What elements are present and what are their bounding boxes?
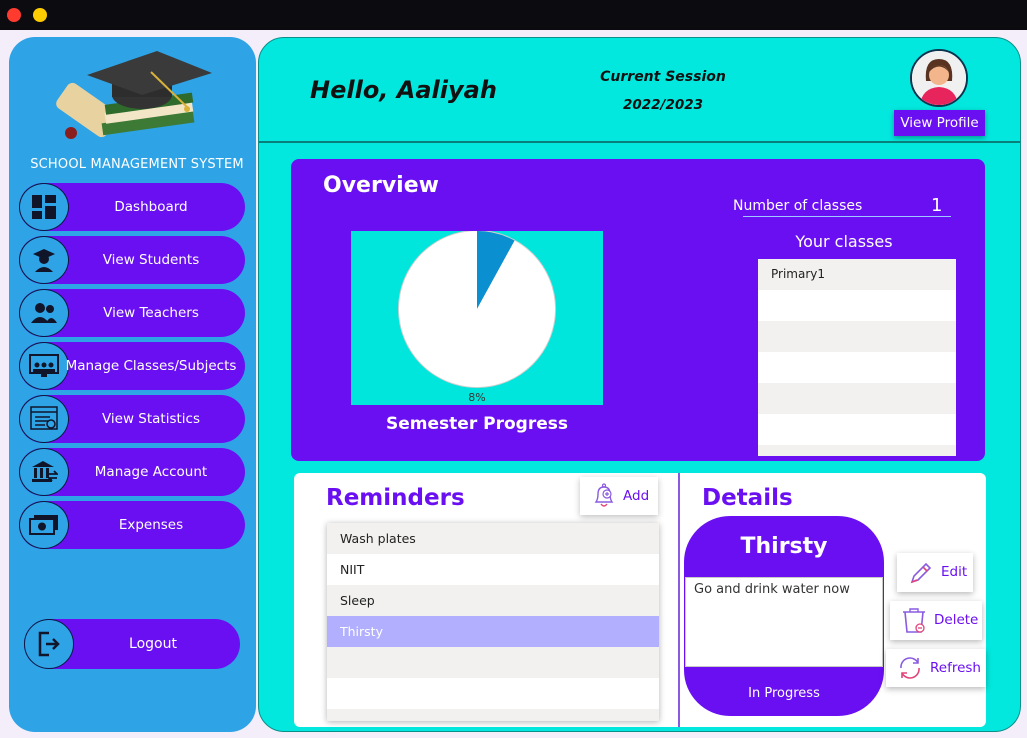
list-item[interactable]: Primary1 <box>758 259 956 290</box>
panel-divider <box>678 473 680 727</box>
avatar[interactable] <box>910 49 968 107</box>
list-item[interactable] <box>758 445 956 456</box>
nav-manage-classes-button[interactable]: Manage Classes/Subjects <box>19 342 245 390</box>
list-item[interactable] <box>327 678 659 709</box>
bell-add-icon <box>593 483 615 513</box>
list-item[interactable]: Sleep <box>327 585 659 616</box>
nav-expenses-label: Expenses <box>118 517 184 533</box>
classroom-icon <box>19 342 69 390</box>
view-profile-button[interactable]: View Profile <box>894 110 985 136</box>
teachers-icon <box>19 289 69 337</box>
number-of-classes-underline <box>743 216 951 217</box>
logout-icon <box>24 619 74 669</box>
pie-slice-remaining <box>398 231 555 387</box>
trash-icon <box>901 608 927 638</box>
add-reminder-label: Add <box>623 488 650 504</box>
statistics-icon <box>19 395 69 443</box>
logout-label: Logout <box>129 636 177 652</box>
nav-manage-classes-label: Manage Classes/Subjects <box>65 358 237 374</box>
graduation-logo-icon <box>47 47 217 149</box>
list-item[interactable]: Wash plates <box>327 523 659 554</box>
nav-view-students-button[interactable]: View Students <box>19 236 245 284</box>
overview-title: Overview <box>323 173 439 198</box>
nav-dashboard-button[interactable]: Dashboard <box>19 183 245 231</box>
student-icon <box>19 236 69 284</box>
minimize-window-button[interactable] <box>33 8 47 22</box>
nav-view-students-label: View Students <box>102 252 200 268</box>
pie-caption: Semester Progress <box>386 414 568 434</box>
overview-panel: Overview 8% Semester Progress Number of … <box>291 159 985 461</box>
list-item[interactable] <box>758 383 956 414</box>
list-item[interactable] <box>758 290 956 321</box>
logout-button[interactable]: Logout <box>24 619 240 669</box>
list-item[interactable] <box>327 647 659 678</box>
nav-dashboard-label: Dashboard <box>114 199 188 215</box>
edit-button[interactable]: Edit <box>897 553 973 592</box>
bank-transfer-icon <box>19 448 69 496</box>
list-item[interactable] <box>758 321 956 352</box>
your-classes-title: Your classes <box>795 232 893 251</box>
edit-label: Edit <box>941 564 968 580</box>
system-title: SCHOOL MANAGEMENT SYSTEM <box>30 157 244 172</box>
details-title: Details <box>702 485 793 511</box>
list-item-selected[interactable]: Thirsty <box>327 616 659 647</box>
refresh-icon <box>897 655 923 685</box>
number-of-classes-value: 1 <box>931 195 943 216</box>
delete-label: Delete <box>934 612 979 628</box>
detail-card-status: In Progress <box>748 686 820 701</box>
pie-percent-label: 8% <box>468 391 486 404</box>
pie-chart <box>398 230 556 388</box>
reminder-detail-card: Thirsty Go and drink water now In Progre… <box>684 516 884 716</box>
list-item[interactable] <box>758 414 956 445</box>
user-avatar-icon <box>912 51 966 105</box>
list-item[interactable] <box>758 352 956 383</box>
close-window-button[interactable] <box>7 8 21 22</box>
list-item[interactable] <box>327 709 659 721</box>
nav-view-teachers-label: View Teachers <box>103 305 199 321</box>
reminders-list[interactable]: Wash plates NIIT Sleep Thirsty <box>327 523 659 721</box>
nav-view-statistics-label: View Statistics <box>101 411 201 427</box>
bottom-panel: Reminders Add Wash plates NIIT Sleep Thi… <box>294 473 986 727</box>
classes-list[interactable]: Primary1 <box>758 259 956 456</box>
session-label: Current Session <box>600 69 726 85</box>
nav-expenses-button[interactable]: Expenses <box>19 501 245 549</box>
refresh-label: Refresh <box>930 660 981 676</box>
header-divider <box>259 141 1020 143</box>
window-titlebar <box>0 0 1027 30</box>
detail-card-body[interactable]: Go and drink water now <box>685 577 883 667</box>
main-content: Hello, Aaliyah Current Session 2022/2023… <box>258 37 1021 732</box>
nav-manage-account-button[interactable]: Manage Account <box>19 448 245 496</box>
detail-card-title: Thirsty <box>740 534 828 559</box>
nav-view-statistics-button[interactable]: View Statistics <box>19 395 245 443</box>
list-item[interactable]: NIIT <box>327 554 659 585</box>
pencil-icon <box>909 561 933 589</box>
semester-progress-chart: 8% <box>351 230 603 405</box>
nav-view-teachers-button[interactable]: View Teachers <box>19 289 245 337</box>
sidebar: SCHOOL MANAGEMENT SYSTEM Dashboard View … <box>9 37 256 732</box>
money-icon <box>19 501 69 549</box>
number-of-classes-label: Number of classes <box>733 198 863 214</box>
add-reminder-button[interactable]: Add <box>580 477 658 515</box>
session-value: 2022/2023 <box>622 97 704 113</box>
greeting: Hello, Aaliyah <box>310 76 497 104</box>
delete-button[interactable]: Delete <box>890 601 982 640</box>
refresh-button[interactable]: Refresh <box>886 649 986 687</box>
nav-manage-account-label: Manage Account <box>94 464 208 480</box>
reminders-title: Reminders <box>326 485 465 511</box>
dashboard-icon <box>19 183 69 231</box>
